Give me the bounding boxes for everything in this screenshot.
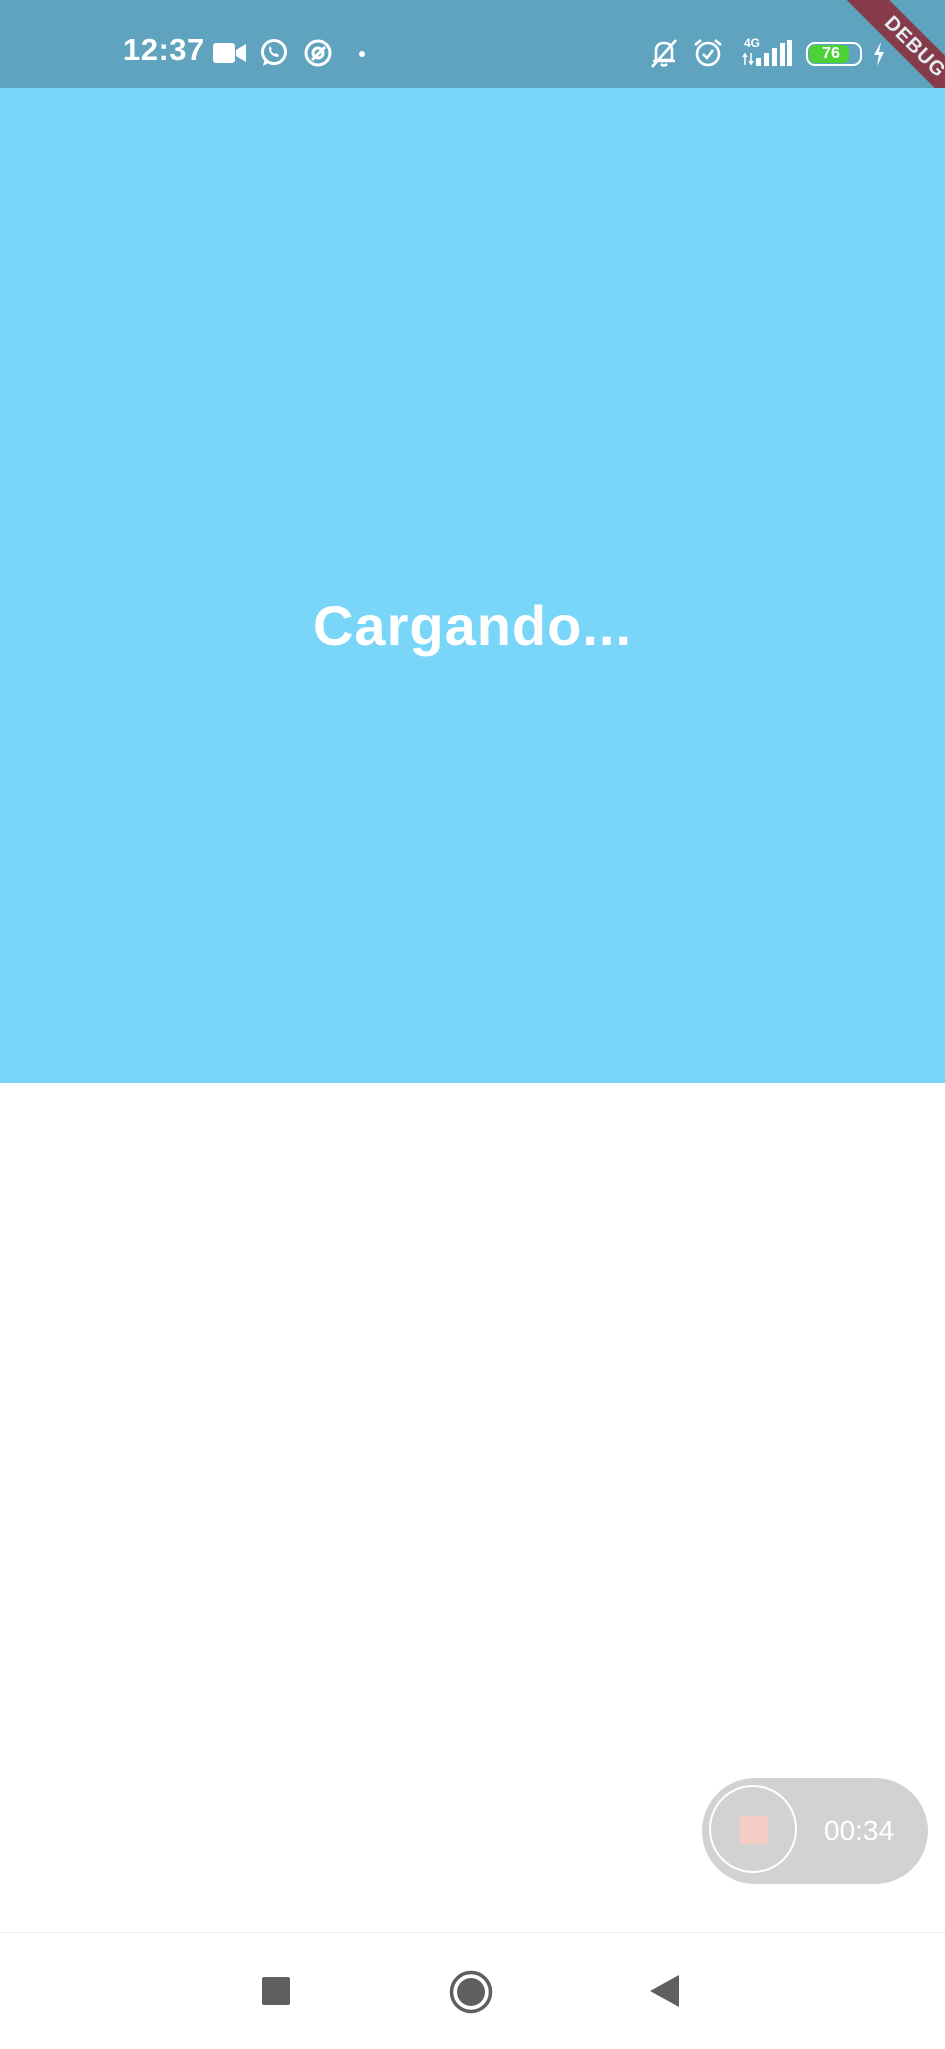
charging-bolt-icon — [874, 42, 884, 66]
battery-icon: 76 — [806, 42, 862, 66]
stop-icon — [740, 1816, 768, 1844]
dot-icon — [359, 51, 365, 57]
signal-bars-icon — [756, 40, 792, 66]
data-arrows-icon — [742, 52, 754, 66]
stop-recording-button[interactable] — [709, 1785, 797, 1873]
status-time: 12:37 — [123, 32, 205, 67]
loading-text: Cargando... — [312, 594, 633, 657]
screen-recorder-widget[interactable]: 00:34 — [702, 1778, 928, 1884]
at-sign-icon — [304, 39, 332, 67]
back-triangle-icon[interactable] — [650, 1975, 680, 2007]
alarm-clock-icon — [694, 39, 722, 67]
video-camera-icon — [213, 43, 246, 63]
status-bar: 12:37 4G 76 — [0, 0, 945, 88]
battery-level: 76 — [822, 45, 840, 62]
recents-square-icon[interactable] — [262, 1977, 290, 2005]
loading-banner: Cargando... — [0, 88, 945, 1083]
navigation-bar — [0, 1932, 945, 2049]
bell-off-icon — [651, 39, 677, 68]
whatsapp-icon — [261, 39, 287, 66]
home-circle-icon[interactable] — [449, 1970, 493, 2014]
recording-time: 00:34 — [824, 1815, 895, 1846]
